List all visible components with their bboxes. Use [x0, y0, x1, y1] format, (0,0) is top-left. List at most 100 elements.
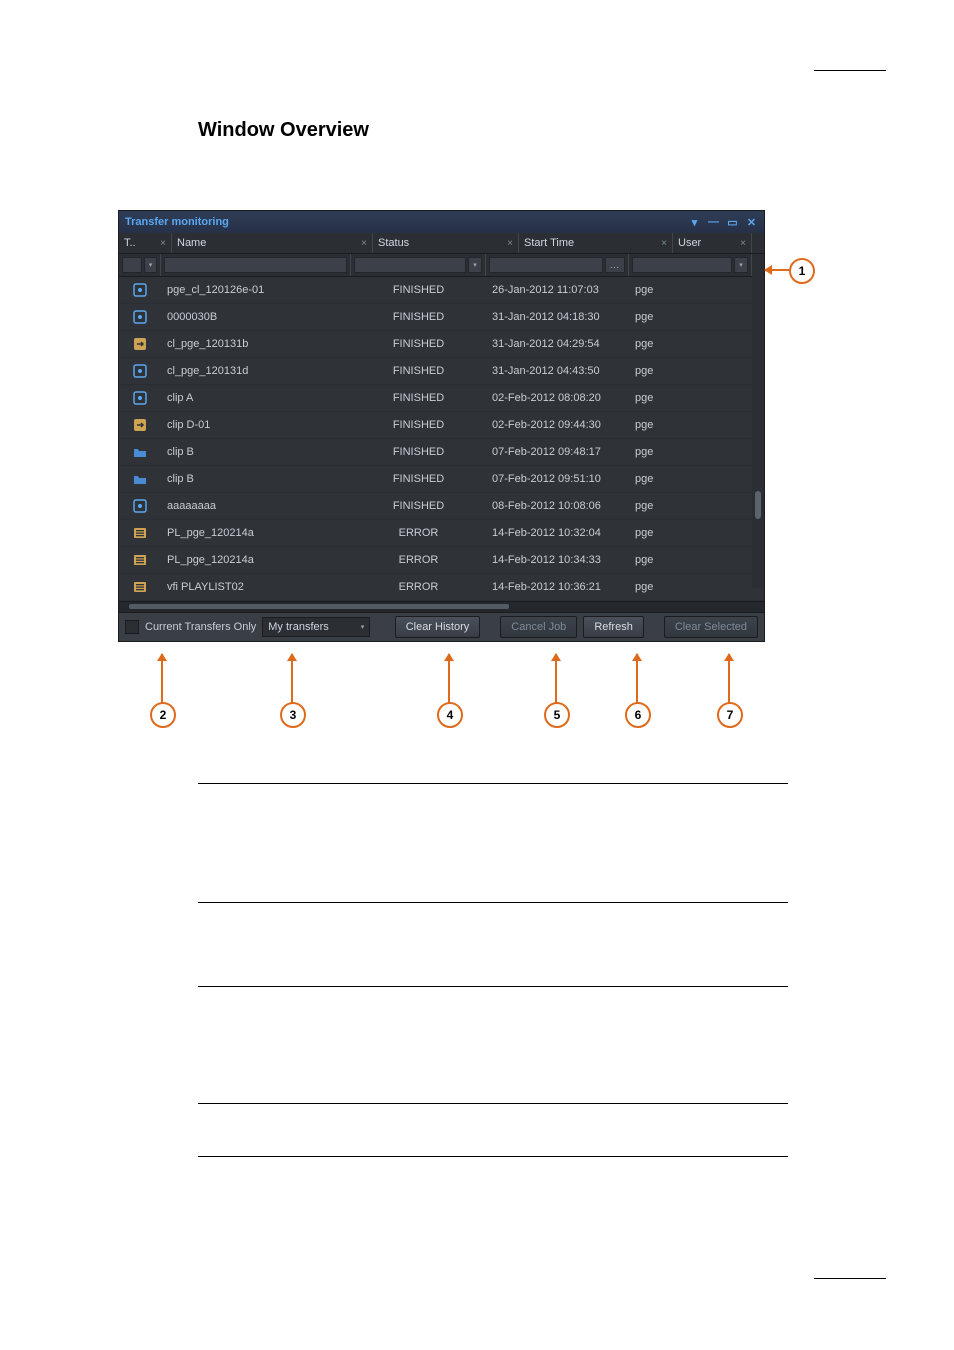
th-type-close-icon[interactable]: × — [160, 238, 166, 249]
vertical-scrollbar[interactable] — [752, 276, 764, 588]
maximize-icon[interactable]: ▭ — [726, 216, 739, 229]
table-header: T.. × Name × Status × Start Time × User … — [119, 233, 764, 254]
callout-3-arrow — [291, 654, 293, 704]
row-name: cl_pge_120131b — [161, 338, 351, 350]
table-row[interactable]: pge_cl_120126e-01FINISHED26-Jan-2012 11:… — [119, 277, 764, 304]
filter-scroll-cap — [752, 254, 764, 276]
table-row[interactable]: cl_pge_120131dFINISHED31-Jan-2012 04:43:… — [119, 358, 764, 385]
th-user[interactable]: User × — [673, 233, 752, 253]
header-rule — [814, 70, 886, 71]
row-icon — [119, 310, 161, 324]
th-name[interactable]: Name × — [172, 233, 373, 253]
table-row[interactable]: clip AFINISHED02-Feb-2012 08:08:20pge — [119, 385, 764, 412]
refresh-button[interactable]: Refresh — [583, 616, 644, 638]
row-user: pge — [629, 419, 764, 431]
row-name: cl_pge_120131d — [161, 365, 351, 377]
th-status[interactable]: Status × — [373, 233, 519, 253]
filter-start-more-icon[interactable]: ... — [605, 257, 625, 273]
h-scroll-thumb[interactable] — [129, 604, 509, 609]
callout-7: 7 — [717, 702, 743, 728]
row-start-time: 02-Feb-2012 09:44:30 — [486, 419, 629, 431]
filter-user-drop-icon[interactable]: ▾ — [734, 257, 748, 273]
callout-3: 3 — [280, 702, 306, 728]
table-row[interactable]: PL_pge_120214aERROR14-Feb-2012 10:32:04p… — [119, 520, 764, 547]
callout-2: 2 — [150, 702, 176, 728]
filter-type[interactable]: ▾ — [119, 254, 161, 276]
filter-name[interactable] — [161, 254, 351, 276]
filter-start[interactable]: ... — [486, 254, 629, 276]
callout-5: 5 — [544, 702, 570, 728]
th-status-close-icon[interactable]: × — [507, 238, 513, 249]
row-start-time: 31-Jan-2012 04:43:50 — [486, 365, 629, 377]
row-status: FINISHED — [351, 338, 486, 350]
filter-row: ▾ ▾ ... ▾ — [119, 254, 764, 277]
th-start-close-icon[interactable]: × — [661, 238, 667, 249]
row-user: pge — [629, 581, 764, 593]
th-type[interactable]: T.. × — [119, 233, 172, 253]
chevron-down-icon: ▾ — [361, 623, 365, 631]
content-rule-3 — [198, 986, 788, 987]
row-user: pge — [629, 338, 764, 350]
th-name-close-icon[interactable]: × — [361, 238, 367, 249]
th-user-close-icon[interactable]: × — [740, 238, 746, 249]
filter-status-drop-icon[interactable]: ▾ — [468, 257, 482, 273]
content-rule-5 — [198, 1156, 788, 1157]
filter-status[interactable]: ▾ — [351, 254, 486, 276]
row-name: clip B — [161, 446, 351, 458]
row-user: pge — [629, 527, 764, 539]
callout-1-arrow — [765, 269, 789, 271]
table-row[interactable]: aaaaaaaaFINISHED08-Feb-2012 10:08:06pge — [119, 493, 764, 520]
row-name: clip A — [161, 392, 351, 404]
row-icon — [119, 472, 161, 486]
row-name: clip D-01 — [161, 419, 351, 431]
row-status: FINISHED — [351, 500, 486, 512]
table-row[interactable]: 0000030BFINISHED31-Jan-2012 04:18:30pge — [119, 304, 764, 331]
row-icon — [119, 445, 161, 459]
callout-6-arrow — [636, 654, 638, 704]
transfers-filter-dropdown[interactable]: My transfers ▾ — [262, 617, 370, 637]
cancel-job-button[interactable]: Cancel Job — [500, 616, 577, 638]
row-name: PL_pge_120214a — [161, 527, 351, 539]
row-status: FINISHED — [351, 473, 486, 485]
table-row[interactable]: clip D-01FINISHED02-Feb-2012 09:44:30pge — [119, 412, 764, 439]
callout-4: 4 — [437, 702, 463, 728]
window-titlebar[interactable]: Transfer monitoring ▾ — ▭ ✕ — [119, 211, 764, 233]
content-rule-4 — [198, 1103, 788, 1104]
row-icon — [119, 418, 161, 432]
close-icon[interactable]: ✕ — [745, 216, 758, 229]
row-icon — [119, 391, 161, 405]
row-status: ERROR — [351, 581, 486, 593]
row-name: aaaaaaaa — [161, 500, 351, 512]
table-row[interactable]: clip BFINISHED07-Feb-2012 09:51:10pge — [119, 466, 764, 493]
callout-4-arrow — [448, 654, 450, 704]
row-status: FINISHED — [351, 446, 486, 458]
content-rule-2 — [198, 902, 788, 903]
table-body: pge_cl_120126e-01FINISHED26-Jan-2012 11:… — [119, 277, 764, 601]
th-start-time[interactable]: Start Time × — [519, 233, 673, 253]
filter-user[interactable]: ▾ — [629, 254, 752, 276]
row-status: FINISHED — [351, 392, 486, 404]
menu-icon[interactable]: ▾ — [688, 216, 701, 229]
row-user: pge — [629, 473, 764, 485]
clear-history-button[interactable]: Clear History — [395, 616, 481, 638]
row-name: clip B — [161, 473, 351, 485]
row-user: pge — [629, 365, 764, 377]
row-icon — [119, 283, 161, 297]
row-start-time: 07-Feb-2012 09:48:17 — [486, 446, 629, 458]
row-start-time: 07-Feb-2012 09:51:10 — [486, 473, 629, 485]
minimize-icon[interactable]: — — [707, 216, 720, 229]
table-row[interactable]: clip BFINISHED07-Feb-2012 09:48:17pge — [119, 439, 764, 466]
table-row[interactable]: cl_pge_120131bFINISHED31-Jan-2012 04:29:… — [119, 331, 764, 358]
row-start-time: 14-Feb-2012 10:36:21 — [486, 581, 629, 593]
v-scroll-thumb[interactable] — [755, 491, 761, 519]
current-transfers-checkbox[interactable] — [125, 620, 139, 634]
clear-selected-button[interactable]: Clear Selected — [664, 616, 758, 638]
content-rule-1 — [198, 783, 788, 784]
table-row[interactable]: PL_pge_120214aERROR14-Feb-2012 10:34:33p… — [119, 547, 764, 574]
filter-type-drop-icon[interactable]: ▾ — [144, 257, 157, 273]
window-title: Transfer monitoring — [125, 216, 229, 228]
row-icon — [119, 526, 161, 540]
horizontal-scrollbar[interactable] — [119, 601, 764, 612]
table-row[interactable]: vfi PLAYLIST02ERROR14-Feb-2012 10:36:21p… — [119, 574, 764, 601]
row-name: 0000030B — [161, 311, 351, 323]
